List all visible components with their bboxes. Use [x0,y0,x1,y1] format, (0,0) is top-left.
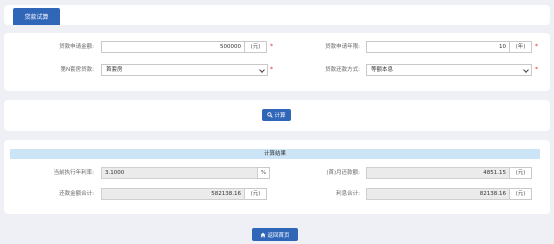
monthly-payment-label: (首)月还款额: [326,170,360,176]
loan-form: 贷款申请金额: 500000 (元) * 贷款申请年限: 10 (年) * 第N… [4,33,550,91]
annual-rate-unit: % [258,167,270,179]
required-mark: * [270,66,273,73]
home-icon [260,232,266,238]
search-icon [267,112,274,118]
house-nth-label: 第N套房贷款: [60,67,94,73]
loan-amount-input[interactable]: 500000 [101,41,245,53]
action-panel: 计算 [4,100,550,131]
calculate-label: 计算 [274,113,286,119]
loan-amount-label: 贷款申请金额: [59,44,94,50]
home-button[interactable]: 返回首页 [252,228,298,241]
total-repay-unit: (元) [245,188,267,200]
tab-loan-calculator[interactable]: 贷款试算 [13,8,60,25]
repay-method-select[interactable]: 等额本息 [366,64,532,76]
tab-bar: 贷款试算 [4,5,550,25]
repay-method-label: 贷款还款方式: [325,67,360,73]
total-interest-unit: (元) [510,188,532,200]
required-mark: * [535,66,538,73]
loan-years-unit: (年) [510,41,532,53]
repay-method-selected: 等额本息 [371,67,394,73]
required-mark: * [270,43,273,50]
monthly-payment-unit: (元) [510,167,532,179]
results-panel: 计算结果 当前执行年利率: 3.1000 % (首)月还款额: 4851.15 … [4,140,550,214]
monthly-payment-value: 4851.15 [366,167,510,179]
chevron-down-icon [259,67,265,73]
loan-years-label: 贷款申请年限: [325,44,360,50]
total-interest-label: 利息合计: [336,191,360,197]
home-label: 返回首页 [267,232,290,239]
annual-rate-value: 3.1000 [101,167,258,179]
loan-amount-unit: (元) [245,41,267,53]
annual-rate-label: 当前执行年利率: [53,170,94,176]
required-mark: * [535,43,538,50]
total-repay-value: 582138.16 [101,188,245,200]
calculate-button[interactable]: 计算 [262,109,291,121]
house-nth-selected: 首套房 [106,67,123,73]
results-header: 计算结果 [10,149,540,159]
total-repay-label: 还款金额合计: [59,191,94,197]
loan-years-input[interactable]: 10 [366,41,510,53]
house-nth-select[interactable]: 首套房 [101,64,268,76]
total-interest-value: 82138.16 [366,188,510,200]
chevron-down-icon [523,67,529,73]
